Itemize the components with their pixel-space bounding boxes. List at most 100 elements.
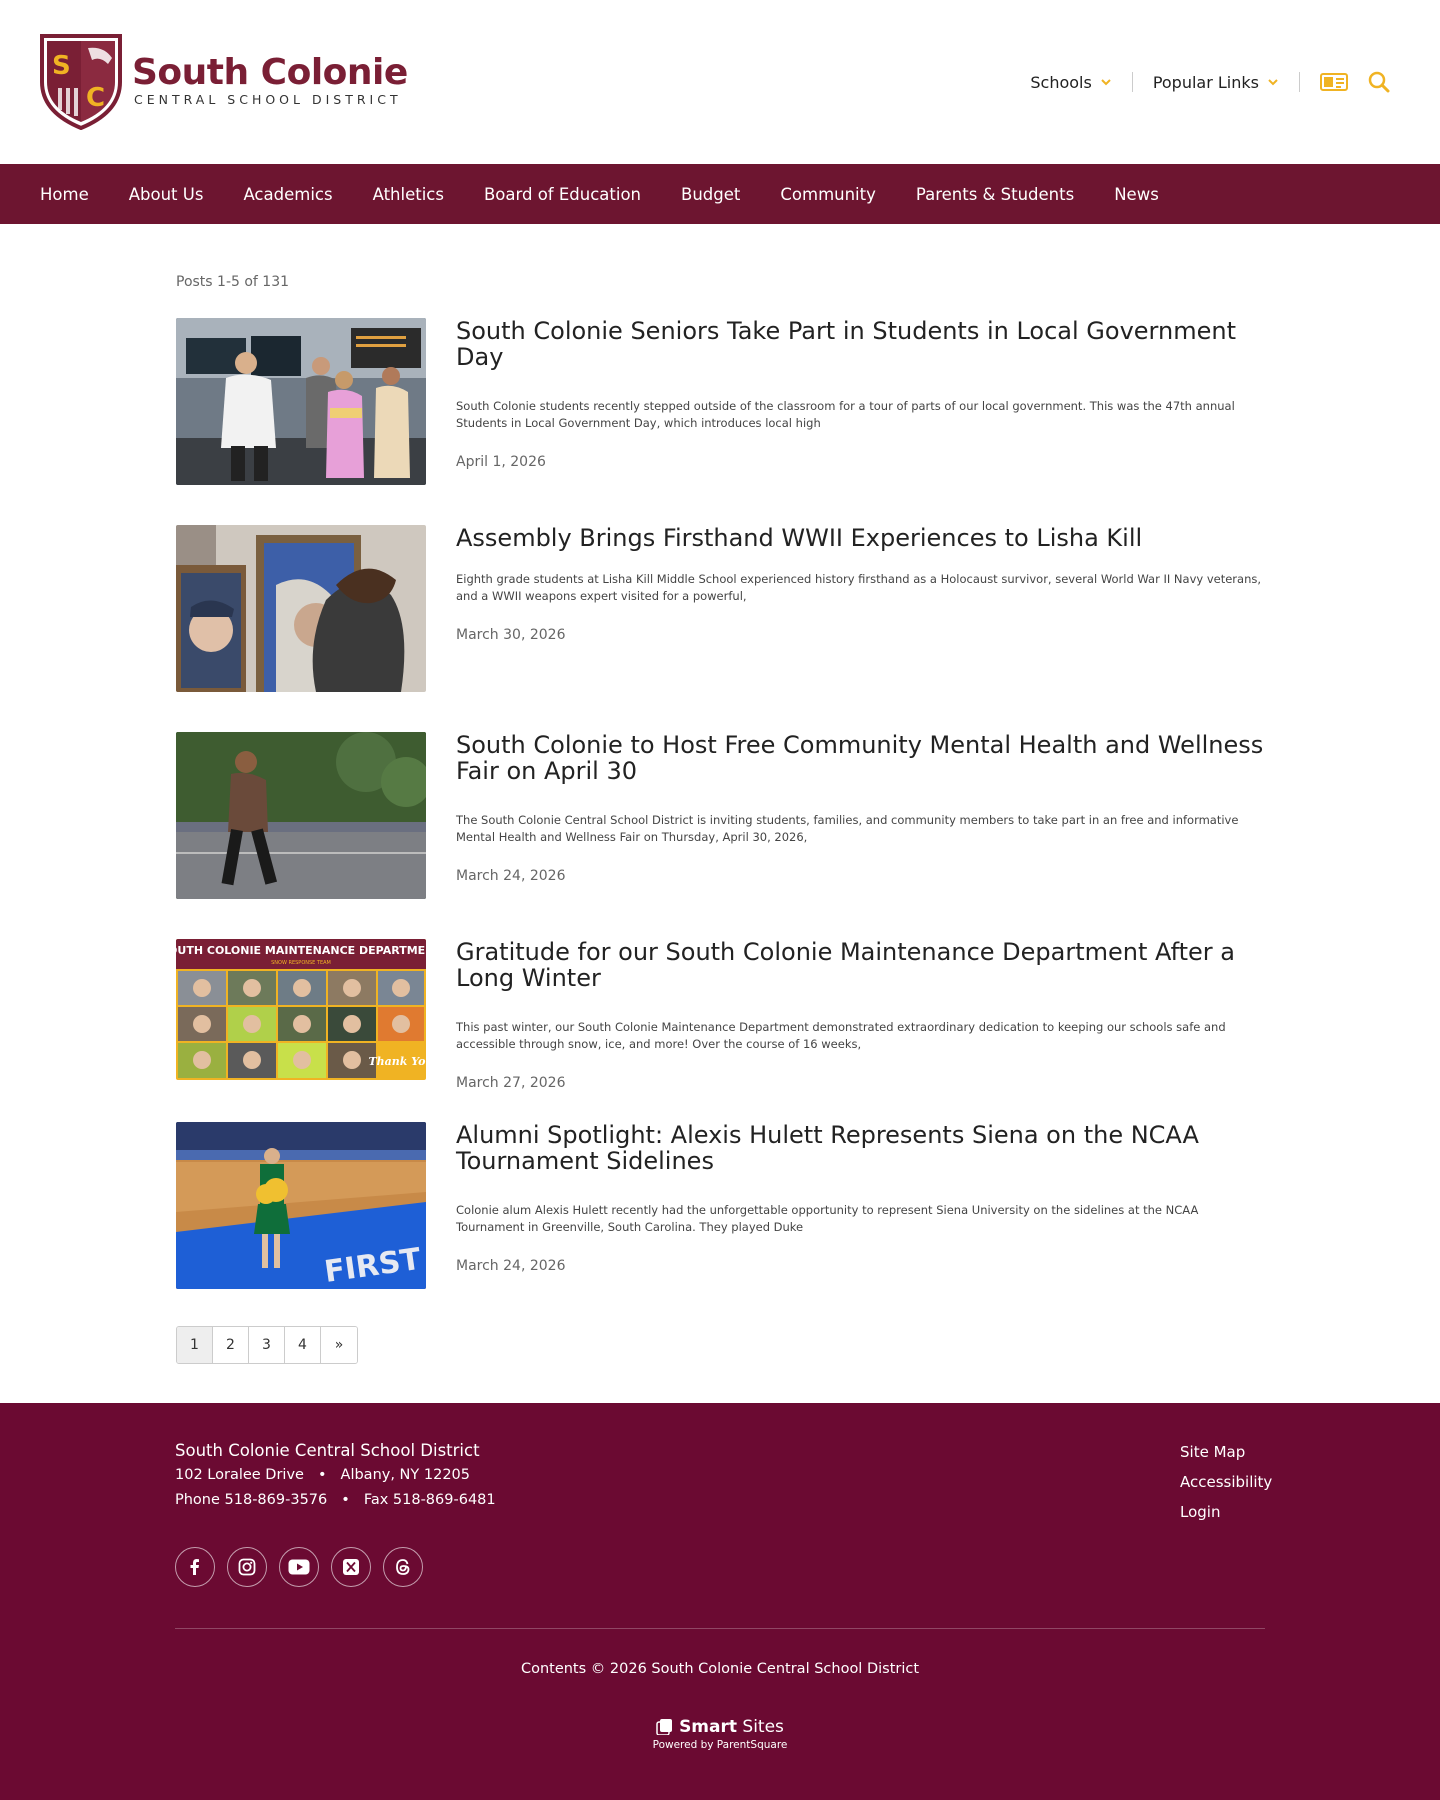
powered-by: Powered by ParentSquare bbox=[652, 1739, 788, 1751]
nav-board-of-education[interactable]: Board of Education bbox=[484, 185, 641, 204]
post-thumbnail[interactable] bbox=[176, 525, 426, 692]
post-date: March 30, 2026 bbox=[456, 627, 566, 643]
social-links bbox=[175, 1547, 435, 1587]
schools-label: Schools bbox=[1030, 72, 1092, 92]
thumb-banner: SOUTH COLONIE MAINTENANCE DEPARTMENT bbox=[176, 944, 426, 957]
page-3-button[interactable]: 3 bbox=[249, 1327, 285, 1363]
bullet: • bbox=[341, 1492, 350, 1508]
smartsites-logo: Smart Sites bbox=[656, 1717, 784, 1737]
post-body: Gratitude for our South Colonie Maintena… bbox=[456, 939, 1266, 1091]
post-body: Alumni Spotlight: Alexis Hulett Represen… bbox=[456, 1122, 1266, 1274]
logo-name: South Colonie bbox=[132, 51, 408, 93]
post-date: April 1, 2026 bbox=[456, 454, 546, 470]
pagination: 1 2 3 4 » bbox=[176, 1326, 358, 1364]
nav-community[interactable]: Community bbox=[780, 185, 876, 204]
thumb-sub: SNOW RESPONSE TEAM bbox=[271, 960, 331, 966]
post-title[interactable]: Alumni Spotlight: Alexis Hulett Represen… bbox=[456, 1122, 1266, 1174]
thumbnail-image: FIRST bbox=[176, 1122, 426, 1289]
footer-link-site-map[interactable]: Site Map bbox=[1180, 1443, 1272, 1461]
district-logo[interactable]: S C South Colonie CENTRAL SCHOOL DISTRIC… bbox=[38, 30, 408, 130]
site-footer: South Colonie Central School District 10… bbox=[0, 1403, 1440, 1800]
post-excerpt: Eighth grade students at Lisha Kill Midd… bbox=[456, 572, 1262, 603]
smartsites-logo-icon bbox=[656, 1719, 673, 1735]
post-excerpt: This past winter, our South Colonie Main… bbox=[456, 1020, 1226, 1051]
address-city: Albany, NY 12205 bbox=[340, 1467, 470, 1483]
footer-link-login[interactable]: Login bbox=[1180, 1503, 1272, 1521]
x-button[interactable] bbox=[331, 1547, 371, 1587]
instagram-button[interactable] bbox=[227, 1547, 267, 1587]
post-body: Assembly Brings Firsthand WWII Experienc… bbox=[456, 525, 1266, 643]
footer-links: Site Map Accessibility Login bbox=[1180, 1443, 1272, 1533]
search-icon bbox=[1368, 71, 1390, 93]
nav-parents-students[interactable]: Parents & Students bbox=[916, 185, 1074, 204]
nav-athletics[interactable]: Athletics bbox=[373, 185, 444, 204]
youtube-icon bbox=[288, 1559, 310, 1575]
post-thumbnail[interactable] bbox=[176, 318, 426, 485]
threads-button[interactable] bbox=[383, 1547, 423, 1587]
nav-news[interactable]: News bbox=[1114, 185, 1159, 204]
footer-phone[interactable]: Phone 518-869-3576 bbox=[175, 1492, 327, 1508]
post-thumbnail[interactable]: FIRST bbox=[176, 1122, 426, 1289]
footer-copyright: Contents © 2026 South Colonie Central Sc… bbox=[520, 1661, 920, 1677]
logo-initial-s: S bbox=[52, 51, 71, 81]
footer-divider bbox=[175, 1628, 1265, 1629]
thumbnail-image bbox=[176, 732, 426, 899]
id-card-icon bbox=[1320, 73, 1348, 91]
logo-subtitle: CENTRAL SCHOOL DISTRICT bbox=[134, 91, 402, 107]
main-nav: Home About Us Academics Athletics Board … bbox=[0, 164, 1440, 224]
page-4-button[interactable]: 4 bbox=[285, 1327, 321, 1363]
post-title[interactable]: South Colonie Seniors Take Part in Stude… bbox=[456, 318, 1266, 370]
post-date: March 24, 2026 bbox=[456, 1258, 566, 1274]
post-excerpt: Colonie alum Alexis Hulett recently had … bbox=[456, 1203, 1199, 1234]
page-2-button[interactable]: 2 bbox=[213, 1327, 249, 1363]
nav-academics[interactable]: Academics bbox=[243, 185, 332, 204]
nav-budget[interactable]: Budget bbox=[681, 185, 740, 204]
post-body: South Colonie to Host Free Community Men… bbox=[456, 732, 1266, 884]
schools-dropdown[interactable]: Schools bbox=[1010, 73, 1131, 92]
popular-links-label: Popular Links bbox=[1152, 72, 1259, 92]
instagram-icon bbox=[238, 1558, 256, 1576]
facebook-button[interactable] bbox=[175, 1547, 215, 1587]
footer-address: 102 Loralee Drive • Albany, NY 12205 bbox=[175, 1467, 470, 1483]
chevron-down-icon bbox=[1101, 79, 1111, 86]
x-icon bbox=[343, 1559, 359, 1575]
search-button[interactable] bbox=[1358, 71, 1400, 93]
post-date: March 24, 2026 bbox=[456, 868, 566, 884]
thumbnail-image bbox=[176, 525, 426, 692]
nav-about-us[interactable]: About Us bbox=[129, 185, 204, 204]
thumbnail-image bbox=[176, 318, 426, 485]
logo-text: South Colonie CENTRAL SCHOOL DISTRICT bbox=[132, 51, 408, 107]
post-thumbnail[interactable]: SOUTH COLONIE MAINTENANCE DEPARTMENT SNO… bbox=[176, 939, 426, 1080]
brand-bold: Smart bbox=[679, 1717, 738, 1737]
shield-logo-icon: S C bbox=[40, 34, 122, 130]
post-date: March 27, 2026 bbox=[456, 1075, 566, 1091]
youtube-button[interactable] bbox=[279, 1547, 319, 1587]
smartsites-brand[interactable]: Smart Sites Powered by ParentSquare bbox=[0, 1717, 1440, 1751]
post-title[interactable]: Gratitude for our South Colonie Maintena… bbox=[456, 939, 1266, 991]
post-title[interactable]: Assembly Brings Firsthand WWII Experienc… bbox=[456, 525, 1266, 551]
logo-initial-c: C bbox=[86, 83, 105, 113]
post-title[interactable]: South Colonie to Host Free Community Men… bbox=[456, 732, 1266, 784]
page-1-button[interactable]: 1 bbox=[177, 1327, 213, 1363]
post-thumbnail[interactable] bbox=[176, 732, 426, 899]
news-list: Posts 1-5 of 131 South Colonie Seniors T… bbox=[176, 274, 1266, 1289]
post-excerpt: South Colonie students recently stepped … bbox=[456, 399, 1235, 430]
address-street: 102 Loralee Drive bbox=[175, 1467, 304, 1483]
thumbnail-image: SOUTH COLONIE MAINTENANCE DEPARTMENT SNO… bbox=[176, 939, 426, 1080]
nav-home[interactable]: Home bbox=[40, 185, 89, 204]
bullet: • bbox=[317, 1467, 327, 1483]
footer-fax: Fax 518-869-6481 bbox=[363, 1492, 496, 1508]
utility-nav: Schools Popular Links bbox=[1010, 66, 1400, 98]
footer-link-accessibility[interactable]: Accessibility bbox=[1180, 1473, 1272, 1491]
directory-button[interactable] bbox=[1300, 72, 1358, 92]
footer-contact: Phone 518-869-3576 • Fax 518-869-6481 bbox=[175, 1492, 496, 1508]
next-pages-button[interactable]: » bbox=[321, 1327, 357, 1363]
post-body: South Colonie Seniors Take Part in Stude… bbox=[456, 318, 1266, 470]
chevron-down-icon bbox=[1268, 79, 1278, 86]
popular-links-dropdown[interactable]: Popular Links bbox=[1133, 73, 1299, 92]
footer-org-name: South Colonie Central School District bbox=[175, 1441, 480, 1460]
post-count: Posts 1-5 of 131 bbox=[176, 274, 290, 290]
facebook-icon bbox=[190, 1559, 199, 1575]
site-header: S C South Colonie CENTRAL SCHOOL DISTRIC… bbox=[0, 0, 1440, 164]
threads-icon bbox=[396, 1559, 410, 1575]
